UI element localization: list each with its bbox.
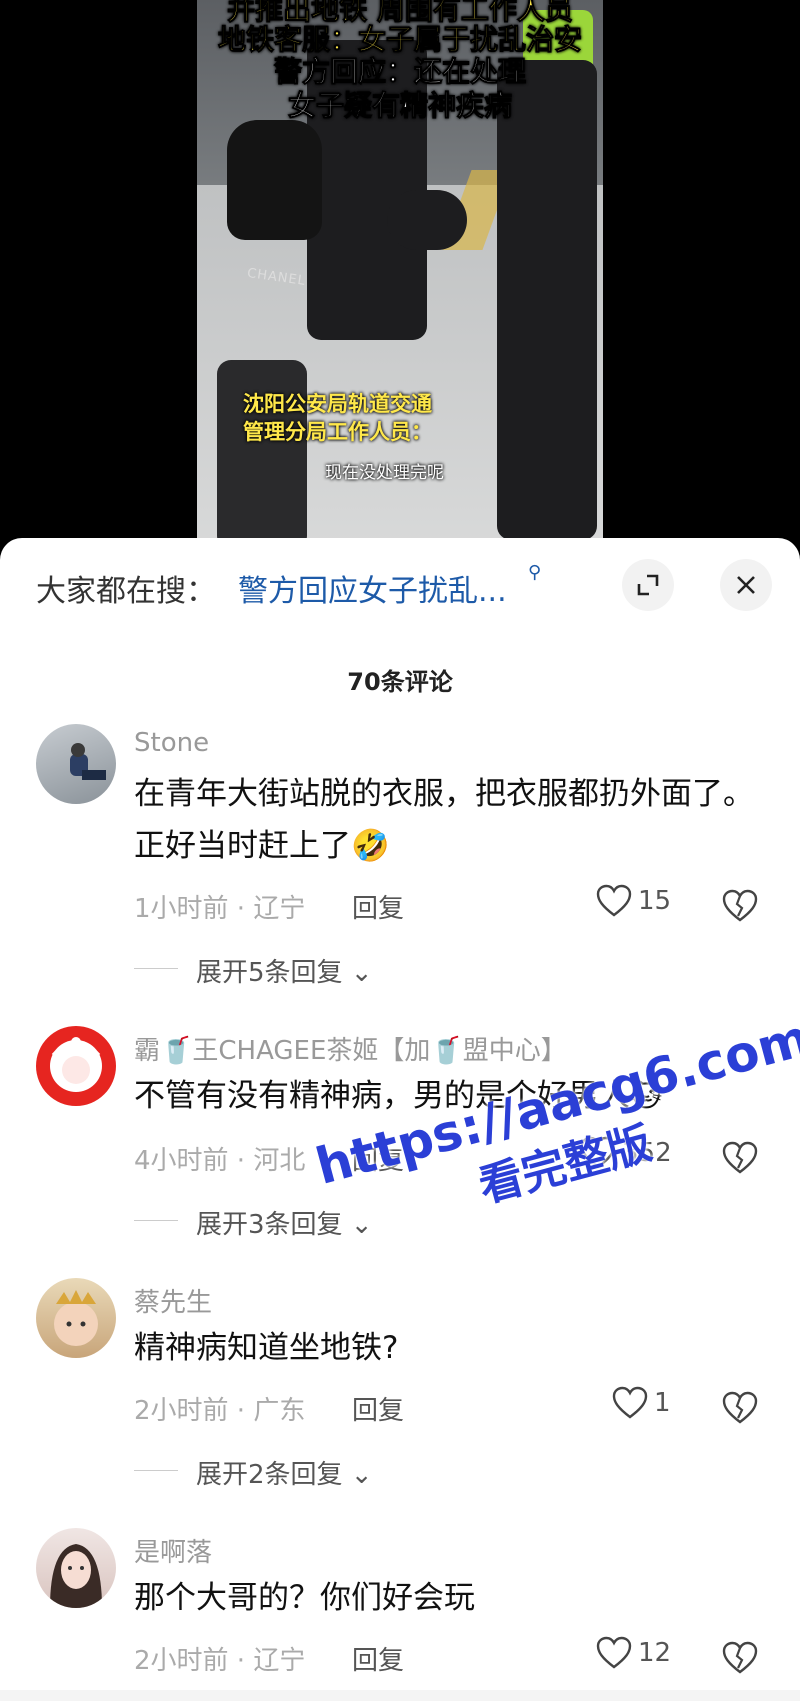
person-figure: [387, 190, 467, 250]
avatar-image: [38, 1028, 114, 1104]
expand-divider: [134, 968, 178, 969]
comment-username[interactable]: 霸🥤王CHAGEE茶姬【加🥤盟中心】: [134, 1030, 567, 1067]
expand-replies-label: 展开3条回复: [196, 1210, 343, 1240]
heart-icon: [596, 1636, 632, 1669]
close-icon: [737, 576, 755, 594]
person-figure: [497, 60, 597, 540]
video-frame: CHANEL 并推出地铁 周围有工作人员 地铁客服：女子属于扰乱治安 警方回应：…: [197, 0, 603, 545]
like-count: 12: [638, 1638, 672, 1668]
heart-icon: [612, 1386, 648, 1419]
search-suggestion-row: 大家都在搜： 警方回应女子扰乱... ⚲: [0, 556, 800, 616]
avatar[interactable]: [36, 1026, 116, 1106]
bottom-divider: [0, 1690, 800, 1701]
comment-username[interactable]: Stone: [134, 728, 209, 758]
expand-button[interactable]: [622, 559, 674, 611]
comment-username[interactable]: 是啊落: [134, 1532, 212, 1569]
handbag: [227, 120, 322, 240]
close-button[interactable]: [720, 559, 772, 611]
reply-button[interactable]: 回复: [352, 888, 404, 925]
search-suggestion-link[interactable]: 警方回应女子扰乱...: [238, 566, 507, 610]
like-button[interactable]: 1: [612, 1386, 671, 1420]
comment-meta: 4小时前 · 河北: [134, 1146, 306, 1176]
like-count: 1: [654, 1388, 671, 1418]
expand-icon: [637, 574, 659, 596]
like-button[interactable]: 15: [596, 884, 671, 918]
expand-replies-label: 展开2条回复: [196, 1460, 343, 1490]
subtitle-speaker: 沈阳公安局轨道交通 管理分局工作人员：: [243, 390, 432, 446]
broken-heart-icon[interactable]: [722, 1640, 758, 1676]
expand-replies-button[interactable]: 展开2条回复 ⌄: [196, 1454, 373, 1491]
comment-text: 精神病知道坐地铁?: [134, 1330, 399, 1366]
heart-icon: [596, 884, 632, 917]
like-button[interactable]: 12: [596, 1636, 671, 1670]
comment-text: 那个大哥的？你们好会玩: [134, 1580, 475, 1616]
video-player[interactable]: CHANEL 并推出地铁 周围有工作人员 地铁客服：女子属于扰乱治安 警方回应：…: [0, 0, 800, 545]
comment-username[interactable]: 蔡先生: [134, 1282, 212, 1319]
suitcase: [217, 360, 307, 545]
broken-heart-icon[interactable]: [722, 1390, 758, 1426]
expand-divider: [134, 1470, 178, 1471]
avatar[interactable]: [36, 724, 116, 804]
subtitle-speaker-line: 管理分局工作人员：: [243, 420, 432, 444]
expand-replies-button[interactable]: 展开5条回复 ⌄: [196, 952, 373, 989]
expand-replies-label: 展开5条回复: [196, 958, 343, 988]
search-icon[interactable]: ⚲: [528, 562, 541, 583]
comment-text: 在青年大街站脱的衣服，把衣服都扔外面了。正好当时赶上了🤣: [134, 776, 754, 864]
expand-divider: [134, 1220, 178, 1221]
subtitle-speaker-line: 沈阳公安局轨道交通: [243, 392, 432, 416]
avatar[interactable]: [36, 1278, 116, 1358]
avatar-image: [54, 1290, 98, 1346]
like-count: 15: [638, 886, 672, 916]
comment-meta: 1小时前 · 辽宁: [134, 894, 306, 924]
chevron-down-icon: ⌄: [342, 958, 373, 988]
avatar[interactable]: [36, 1528, 116, 1608]
avatar-image: [70, 743, 106, 780]
reply-button[interactable]: 回复: [352, 1390, 404, 1427]
video-caption: 女子疑有精神疾病: [287, 89, 512, 123]
avatar-image: [50, 1544, 102, 1608]
reply-button[interactable]: 回复: [352, 1640, 404, 1677]
comment-meta: 2小时前 · 辽宁: [134, 1646, 306, 1676]
broken-heart-icon[interactable]: [722, 888, 758, 924]
subtitle-text: 现在没处理完呢: [325, 463, 444, 483]
comment-meta: 2小时前 · 广东: [134, 1396, 306, 1426]
chevron-down-icon: ⌄: [342, 1460, 373, 1490]
comment-count: 70条评论: [347, 668, 453, 696]
search-prefix: 大家都在搜：: [36, 574, 216, 609]
